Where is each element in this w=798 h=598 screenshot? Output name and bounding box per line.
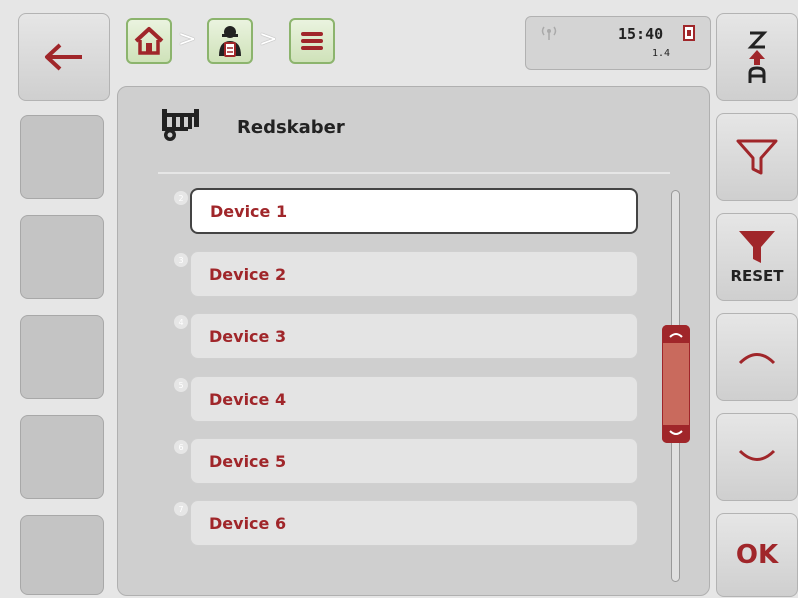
- operator-button[interactable]: [207, 18, 253, 64]
- list-item-label: Device 1: [210, 201, 288, 221]
- title-divider: [158, 172, 670, 174]
- filter-reset-button[interactable]: RESET: [716, 213, 798, 301]
- ok-button[interactable]: OK: [716, 513, 798, 597]
- status-time: 15:40: [618, 25, 664, 43]
- list-item[interactable]: Device 6: [190, 500, 638, 546]
- breadcrumb-separator: >: [259, 27, 278, 52]
- list-item[interactable]: Device 2: [190, 251, 638, 297]
- left-softkey-3[interactable]: [20, 315, 104, 399]
- left-softkey-4[interactable]: [20, 415, 104, 499]
- sort-icon: [747, 31, 768, 83]
- scroll-up-button[interactable]: [716, 313, 798, 401]
- page-title: Redskaber: [237, 117, 345, 138]
- list-item-label: Device 2: [209, 264, 287, 284]
- chevron-up-icon: [669, 333, 683, 338]
- back-arrow-icon: [45, 43, 82, 71]
- list-item-index: 6: [174, 440, 188, 454]
- list-item-label: Device 6: [209, 513, 287, 533]
- filter-icon: [736, 139, 778, 175]
- list-item[interactable]: Device 3: [190, 313, 638, 359]
- filter-button[interactable]: [716, 113, 798, 201]
- left-softkey-5[interactable]: [20, 515, 104, 595]
- chevron-down-icon: [738, 449, 776, 461]
- sort-button[interactable]: [716, 13, 798, 101]
- back-button[interactable]: [18, 13, 110, 101]
- breadcrumb-separator: >: [178, 27, 197, 52]
- list-item-label: Device 5: [209, 451, 287, 471]
- scroll-down-button[interactable]: [716, 413, 798, 501]
- antenna-icon: [541, 26, 557, 40]
- implement-icon: [162, 109, 199, 141]
- list-item[interactable]: Device 5: [190, 438, 638, 484]
- status-box: 15:40 1.4: [525, 16, 711, 70]
- scroll-thumb-top-cap: [662, 325, 690, 343]
- chevron-up-icon: [738, 353, 776, 365]
- list-item-label: Device 4: [209, 389, 287, 409]
- left-softkey-2[interactable]: [20, 215, 104, 299]
- list-item[interactable]: Device 4: [190, 376, 638, 422]
- list-item-index: 3: [174, 253, 188, 267]
- main-panel: Redskaber 2 Device 1 3 Device 2 4 Device…: [117, 86, 710, 596]
- sim-card-icon: [683, 25, 695, 41]
- reset-label: RESET: [730, 267, 784, 285]
- status-version: 1.4: [652, 48, 671, 59]
- list-item-label: Device 3: [209, 326, 287, 346]
- list-item-index: 4: [174, 315, 188, 329]
- filter-reset-icon: [739, 231, 775, 263]
- ok-label: OK: [735, 540, 779, 570]
- menu-icon: [301, 32, 323, 50]
- menu-button[interactable]: [289, 18, 335, 64]
- list-item-index: 7: [174, 502, 188, 516]
- home-icon: [134, 27, 164, 55]
- home-button[interactable]: [126, 18, 172, 64]
- list-item[interactable]: Device 1: [190, 188, 638, 234]
- left-softkey-1[interactable]: [20, 115, 104, 199]
- scroll-thumb-bottom-cap: [662, 425, 690, 443]
- list-item-index: 5: [174, 378, 188, 392]
- list-item-index: 2: [174, 191, 188, 205]
- scrollbar-thumb[interactable]: [662, 325, 690, 443]
- operator-icon: [219, 26, 241, 57]
- chevron-down-icon: [669, 430, 683, 435]
